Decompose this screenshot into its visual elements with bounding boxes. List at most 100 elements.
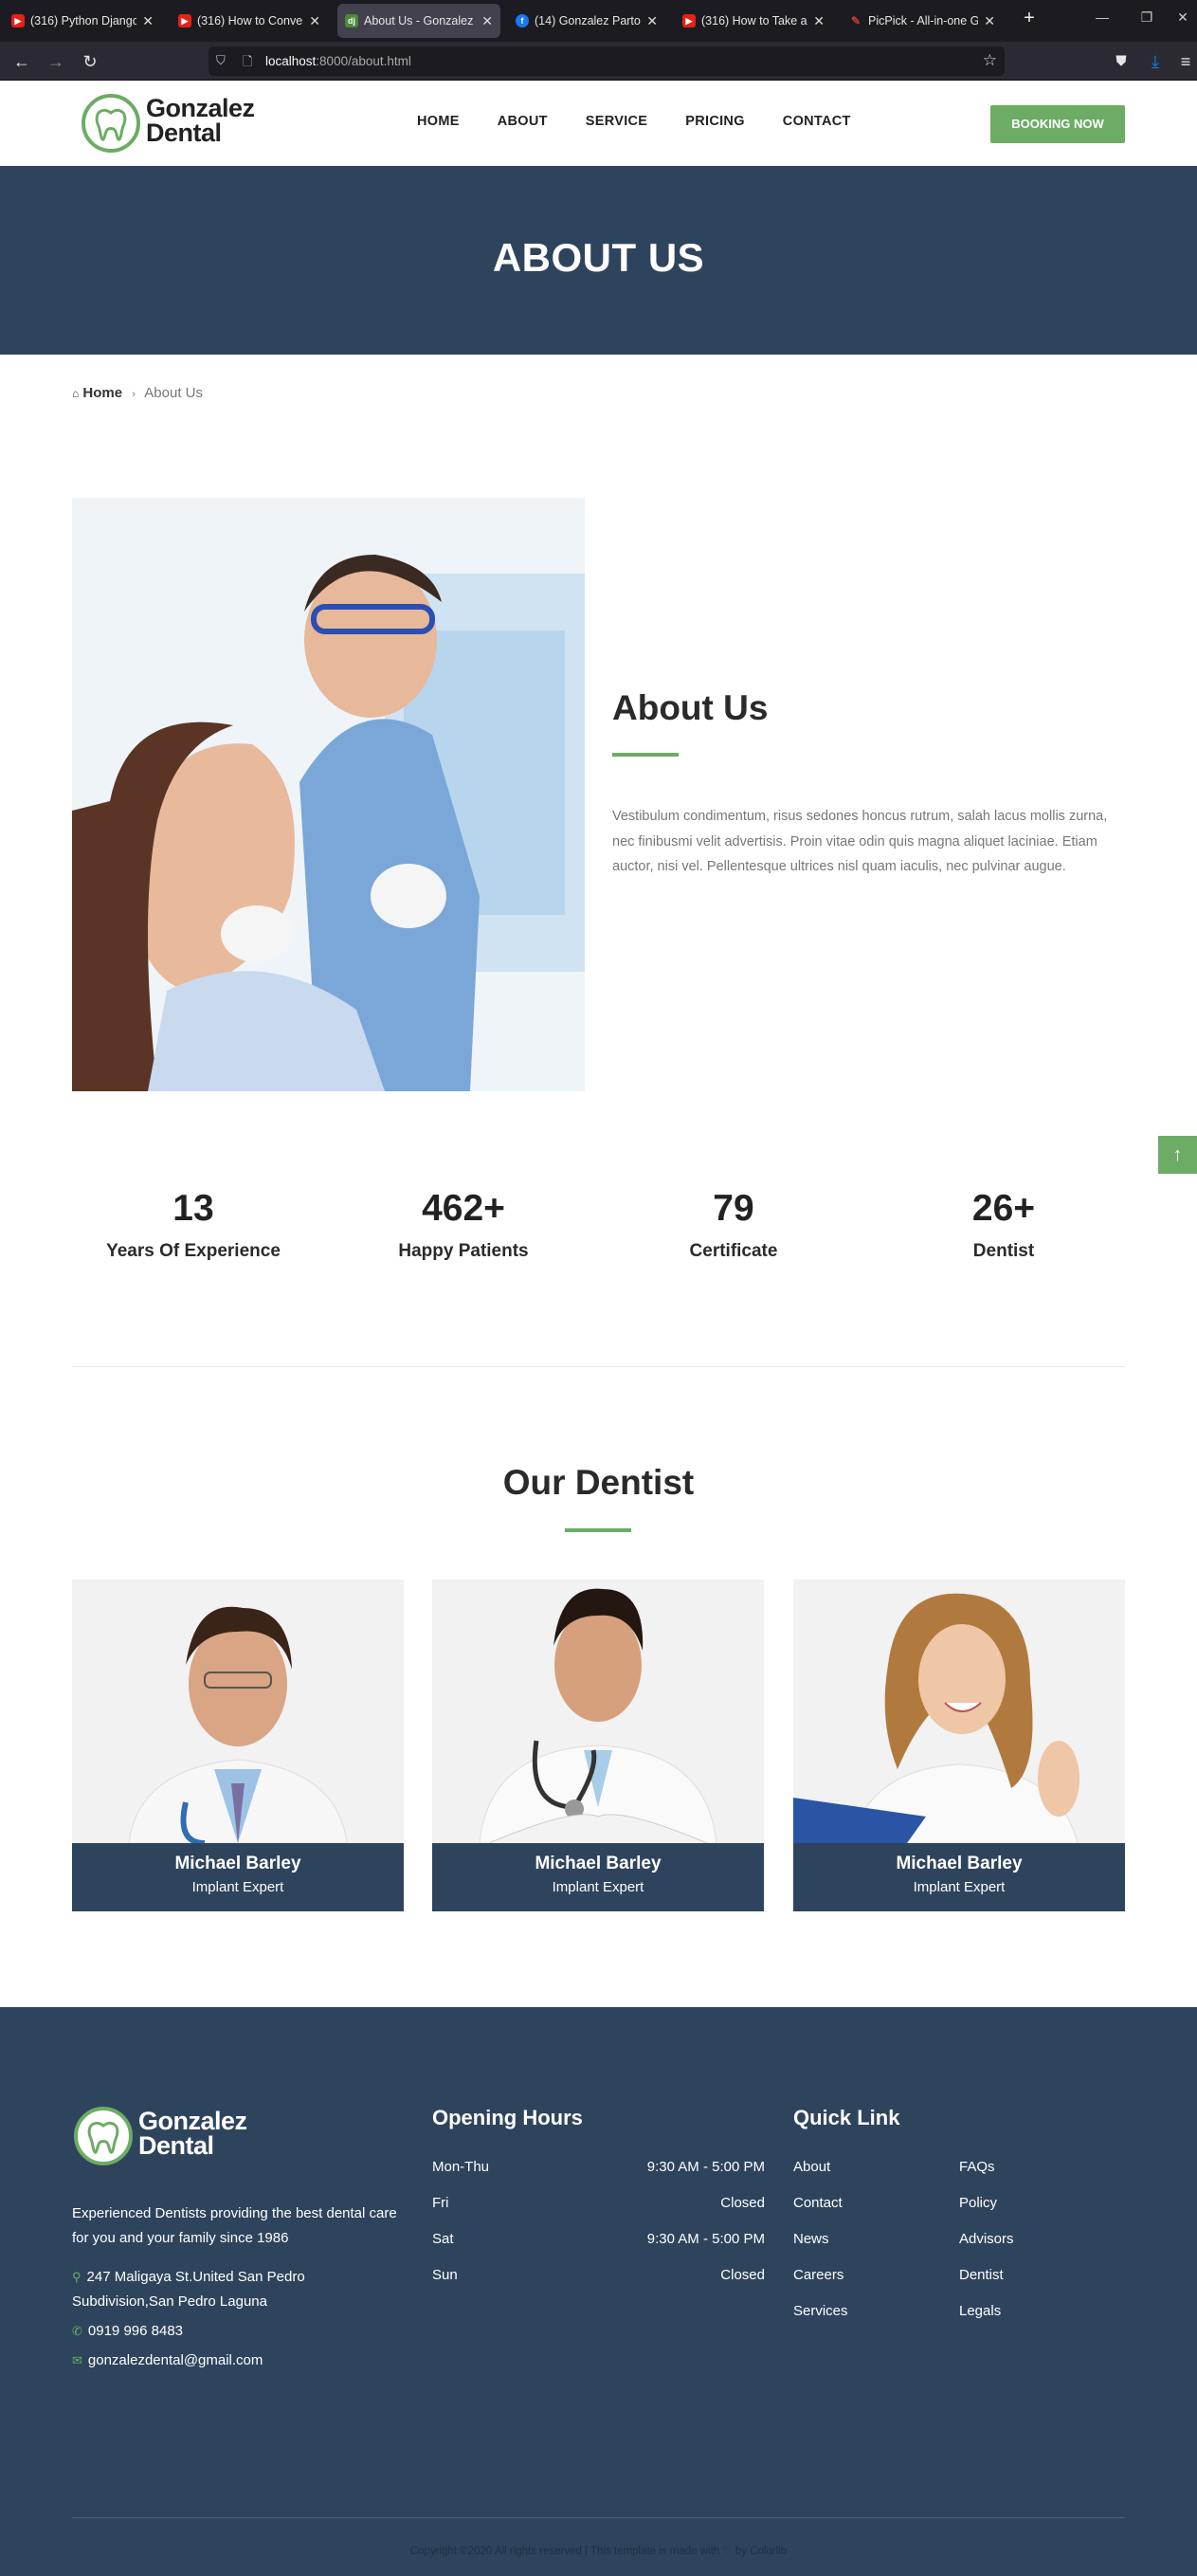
footer-phone[interactable]: ✆ 0919 996 8483 (72, 2323, 183, 2339)
youtube-icon: ▶ (11, 14, 25, 27)
logo[interactable]: Gonzalez Dental (80, 92, 255, 155)
youtube-icon: ▶ (682, 14, 696, 27)
nav-pricing[interactable]: PRICING (685, 114, 745, 129)
dentist-role: Implant Expert (913, 1879, 1006, 1895)
stat-certificate: 79 Certificate (610, 1188, 857, 1262)
stat-value: 79 (713, 1188, 754, 1229)
footer-description: Experienced Dentists providing the best … (72, 2205, 397, 2246)
nav-service[interactable]: SERVICE (586, 114, 648, 129)
tooth-logo-icon (74, 2107, 133, 2165)
browser-tab[interactable]: ▶ (316) How to Convert ✕ (171, 4, 328, 38)
dentist-photo (72, 1580, 404, 1843)
youtube-icon: ▶ (178, 14, 191, 27)
stat-value: 462+ (422, 1188, 505, 1229)
chevron-right-icon: › (132, 389, 136, 400)
download-icon[interactable]: ⤓ (1143, 49, 1168, 74)
menu-icon[interactable]: ≡ (1175, 49, 1196, 74)
shield-icon[interactable]: ⛉ (216, 53, 226, 68)
close-tab-icon[interactable]: ✕ (481, 13, 493, 29)
stat-label: Dentist (972, 1241, 1035, 1261)
about-paragraph: Vestibulum condimentum, risus sedones ho… (612, 809, 1108, 874)
phone-icon: ✆ (72, 2324, 82, 2338)
browser-tab[interactable]: ✎ PicPick - All-in-one G ✕ (842, 4, 1003, 38)
footer-link-policy[interactable]: Policy (959, 2195, 997, 2211)
facebook-icon: f (516, 14, 529, 27)
footer-link-about[interactable]: About (793, 2159, 830, 2175)
bookmark-star-icon[interactable]: ☆ (983, 51, 997, 70)
section-divider (72, 1366, 1125, 1367)
close-tab-icon[interactable]: ✕ (646, 13, 658, 29)
dentist-section-title: Our Dentist (502, 1463, 695, 1502)
tab-label: (316) How to Convert (197, 14, 304, 27)
site-footer: Gonzalez Dental Experienced Dentists prov… (0, 2007, 1197, 2576)
arrow-up-icon: ↑ (1172, 1144, 1183, 1165)
dentist-name: Michael Barley (535, 1854, 662, 1873)
booking-now-button[interactable]: BOOKING NOW (990, 105, 1125, 143)
browser-tab[interactable]: f (14) Gonzalez Partoza ✕ (508, 4, 665, 38)
stat-label: Years Of Experience (106, 1241, 281, 1261)
pocket-icon[interactable]: ⛊ (1109, 49, 1134, 74)
home-icon: ⌂ (72, 387, 80, 400)
dentist-caption: Michael Barley Implant Expert (432, 1843, 764, 1911)
opening-hours-heading: Opening Hours (432, 2106, 583, 2129)
close-tab-icon[interactable]: ✕ (984, 13, 995, 29)
stat-value: 13 (172, 1188, 214, 1229)
envelope-icon: ✉ (72, 2353, 82, 2367)
back-icon[interactable]: ← (9, 49, 34, 74)
footer-link-legals[interactable]: Legals (959, 2303, 1001, 2319)
footer-link-careers[interactable]: Careers (793, 2267, 843, 2283)
dentist-photo (432, 1580, 764, 1843)
close-tab-icon[interactable]: ✕ (142, 13, 154, 29)
dentist-card[interactable]: Michael Barley Implant Expert (793, 1580, 1125, 1911)
browser-tab[interactable]: ▶ (316) Python Django | ✕ (4, 4, 161, 38)
scroll-to-top-button[interactable]: ↑ (1158, 1136, 1197, 1174)
reload-icon[interactable]: ↻ (78, 49, 102, 74)
minimize-icon[interactable]: — (1083, 9, 1121, 25)
browser-tab-active[interactable]: dj About Us - Gonzalez D ✕ (337, 4, 500, 38)
footer-link-dentist[interactable]: Dentist (959, 2267, 1004, 2283)
close-tab-icon[interactable]: ✕ (813, 13, 825, 29)
nav-home[interactable]: HOME (417, 114, 460, 129)
tab-label: (316) How to Take a S (701, 14, 808, 27)
page-info-icon[interactable]: 🗋 (243, 53, 252, 74)
tab-label: (316) Python Django | (30, 14, 137, 27)
stat-experience: 13 Years Of Experience (70, 1188, 317, 1262)
nav-about[interactable]: ABOUT (498, 114, 548, 129)
site-header: Gonzalez Dental HOME ABOUT SERVICE PRICIN… (0, 81, 1197, 166)
close-window-icon[interactable]: ✕ (1169, 9, 1197, 26)
heading-underline (565, 1528, 631, 1532)
stat-label: Happy Patients (398, 1241, 529, 1261)
tab-label: PicPick - All-in-one G (868, 14, 979, 27)
heading-underline (612, 753, 679, 757)
about-heading: About Us (612, 688, 769, 727)
tab-label: (14) Gonzalez Partoza (535, 14, 641, 27)
forward-icon[interactable]: → (44, 49, 68, 74)
footer-link-news[interactable]: News (793, 2231, 829, 2247)
footer-link-services[interactable]: Services (793, 2303, 848, 2319)
logo-text: Gonzalez Dental (138, 2107, 247, 2160)
address-bar[interactable]: ⛉ 🗋 localhost:8000/about.html ☆ (209, 46, 1005, 76)
copyright-text: Copyright ©2020 All rights reserved | Th… (409, 2546, 788, 2557)
footer-link-contact[interactable]: Contact (793, 2195, 843, 2211)
nav-contact[interactable]: CONTACT (783, 114, 851, 129)
new-tab-button[interactable]: + (1016, 8, 1043, 29)
footer-logo[interactable]: Gonzalez Dental (72, 2105, 247, 2171)
stat-patients: 462+ Happy Patients (340, 1188, 587, 1262)
footer-link-advisors[interactable]: Advisors (959, 2231, 1014, 2247)
map-marker-icon: ⚲ (72, 2270, 82, 2284)
browser-tab[interactable]: ▶ (316) How to Take a S ✕ (675, 4, 832, 38)
dentist-card[interactable]: Michael Barley Implant Expert (72, 1580, 404, 1911)
dentist-caption: Michael Barley Implant Expert (793, 1843, 1125, 1911)
restore-icon[interactable]: ❐ (1128, 9, 1166, 26)
breadcrumb: ⌂ Home › About Us (72, 385, 203, 401)
tab-label: About Us - Gonzalez D (364, 14, 477, 27)
dentist-card[interactable]: Michael Barley Implant Expert (432, 1580, 764, 1911)
footer-email[interactable]: ✉ gonzalezdental@gmail.com (72, 2352, 263, 2368)
dentist-photo (793, 1580, 1125, 1843)
dentist-role: Implant Expert (552, 1879, 644, 1895)
close-tab-icon[interactable]: ✕ (309, 13, 320, 29)
breadcrumb-home[interactable]: ⌂ Home (72, 385, 122, 401)
logo-text: Gonzalez Dental (146, 94, 255, 147)
footer-link-faqs[interactable]: FAQs (959, 2159, 995, 2175)
page-title: ABOUT US (492, 235, 705, 280)
